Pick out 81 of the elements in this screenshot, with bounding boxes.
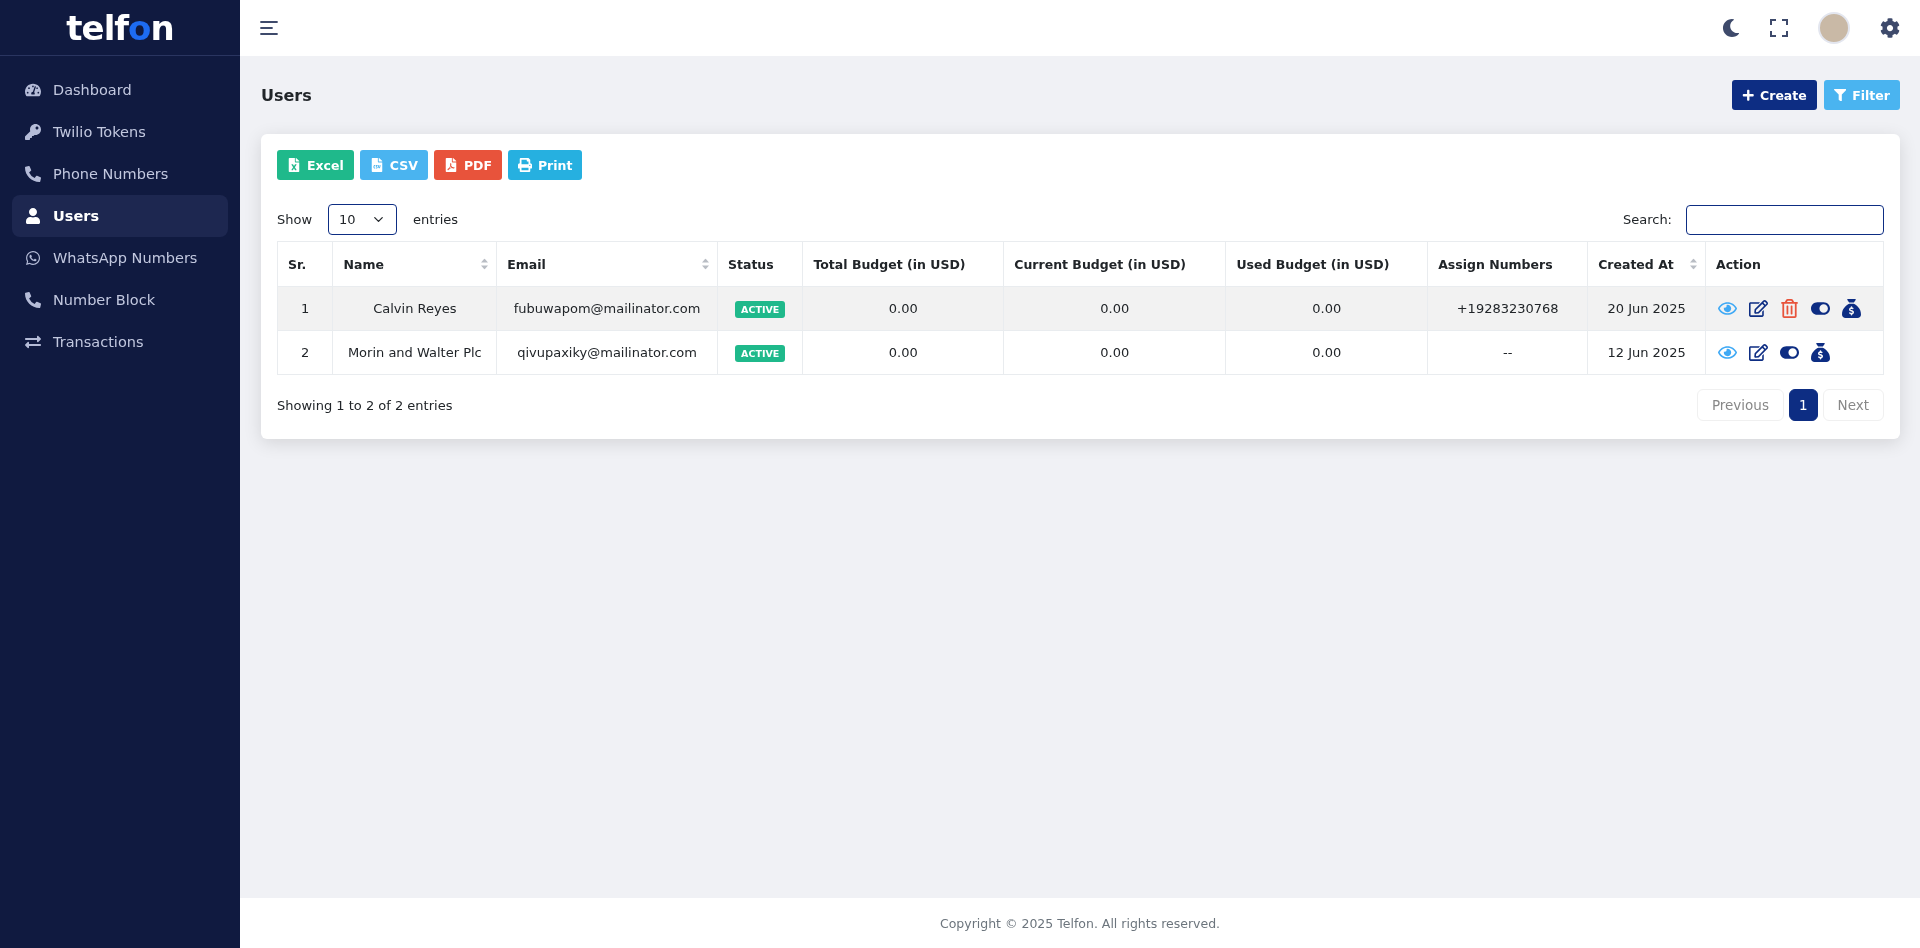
page-button[interactable]: 1 <box>1788 389 1818 421</box>
logo: telfon <box>66 10 174 45</box>
table-cell: fubuwapom@mailinator.com <box>496 286 718 331</box>
toggle-button[interactable] <box>1811 299 1830 318</box>
moon-icon[interactable] <box>1722 19 1740 37</box>
budget-button[interactable] <box>1811 343 1830 362</box>
sidebar-item[interactable]: Transactions <box>12 321 228 363</box>
edit-icon <box>1749 299 1768 318</box>
view-button[interactable] <box>1718 343 1737 362</box>
search-field[interactable] <box>1686 204 1884 235</box>
edit-icon <box>1749 343 1768 362</box>
sidebar-item[interactable]: Dashboard <box>12 69 228 111</box>
sidebar-item[interactable]: Users <box>12 195 228 237</box>
column-header: Total Budget (in USD) <box>802 241 1004 287</box>
edit-button[interactable] <box>1749 343 1768 362</box>
column-header[interactable]: Email <box>496 241 718 287</box>
printer-icon <box>517 158 532 172</box>
user-icon <box>25 208 41 224</box>
table-cell: 0.00 <box>1003 330 1226 375</box>
table-cell: qivupaxiky@mailinator.com <box>496 330 718 375</box>
table-cell: Morin and Walter Plc <box>333 330 497 375</box>
column-header: Assign Numbers <box>1427 241 1588 287</box>
plus-icon <box>1741 88 1755 102</box>
dashboard-icon <box>25 82 41 98</box>
edit-button[interactable] <box>1749 299 1768 318</box>
money-bag-icon <box>1811 343 1830 362</box>
phone-icon <box>25 292 41 308</box>
sidebar-item[interactable]: Number Block <box>12 279 228 321</box>
sidebar-item[interactable]: WhatsApp Numbers <box>12 237 228 279</box>
table-cell: Calvin Reyes <box>333 286 497 331</box>
phone-icon <box>25 166 41 182</box>
copyright-text: Copyright © 2025 Telfon. All rights reserved. <box>939 915 1221 931</box>
filter-icon <box>1833 88 1847 102</box>
chat-icon <box>25 250 41 266</box>
table-cell: 2 <box>277 330 333 375</box>
settings-icon[interactable] <box>1880 18 1900 38</box>
toggle-button[interactable] <box>1780 343 1799 362</box>
eye-icon <box>1718 299 1737 318</box>
create-button[interactable]: Create <box>1731 80 1817 110</box>
table-cell: 12 Jun 2025 <box>1587 330 1706 375</box>
show-label: Show <box>277 212 313 227</box>
money-bag-icon <box>1842 299 1861 318</box>
table-cell: -- <box>1427 330 1588 375</box>
eye-icon <box>1718 343 1737 362</box>
status-badge: ACTIVE <box>735 301 786 318</box>
fullscreen-icon[interactable] <box>1770 19 1788 37</box>
table-cell: 1 <box>277 286 333 331</box>
table-cell: 0.00 <box>802 330 1004 375</box>
search-label: Search: <box>1622 212 1672 227</box>
column-header[interactable]: Name <box>333 241 497 287</box>
column-header: Current Budget (in USD) <box>1003 241 1226 287</box>
table-cell: +19283230768 <box>1427 286 1588 331</box>
column-header: Sr. <box>277 241 333 287</box>
trash-icon <box>1780 299 1799 318</box>
entries-label: entries <box>413 212 459 227</box>
entries-select[interactable]: 10 <box>328 204 398 235</box>
arrows-icon <box>25 334 41 350</box>
budget-button[interactable] <box>1842 299 1861 318</box>
toggle-icon <box>1780 343 1799 362</box>
column-header: Used Budget (in USD) <box>1225 241 1428 287</box>
status-badge: ACTIVE <box>735 345 786 362</box>
key-icon <box>25 124 41 140</box>
column-header: Status <box>717 241 803 287</box>
table-info: Showing 1 to 2 of 2 entries <box>277 397 453 413</box>
sidebar-item[interactable]: Phone Numbers <box>12 153 228 195</box>
table-cell: 0.00 <box>1225 330 1428 375</box>
csv-file-icon <box>369 158 384 172</box>
export-button[interactable]: PDF <box>433 150 502 180</box>
delete-button[interactable] <box>1780 299 1799 318</box>
page-title: Users <box>261 85 312 105</box>
sidebar-item[interactable]: Twilio Tokens <box>12 111 228 153</box>
pdf-file-icon <box>443 158 458 172</box>
table-cell: 0.00 <box>1225 286 1428 331</box>
column-header[interactable]: Created At <box>1587 241 1706 287</box>
table-cell: 0.00 <box>802 286 1004 331</box>
menu-icon[interactable] <box>260 21 278 35</box>
table-cell: 20 Jun 2025 <box>1587 286 1706 331</box>
toggle-icon <box>1811 299 1830 318</box>
column-header: Action <box>1705 241 1884 287</box>
spreadsheet-file-icon <box>287 158 301 172</box>
table-cell: 0.00 <box>1003 286 1226 331</box>
